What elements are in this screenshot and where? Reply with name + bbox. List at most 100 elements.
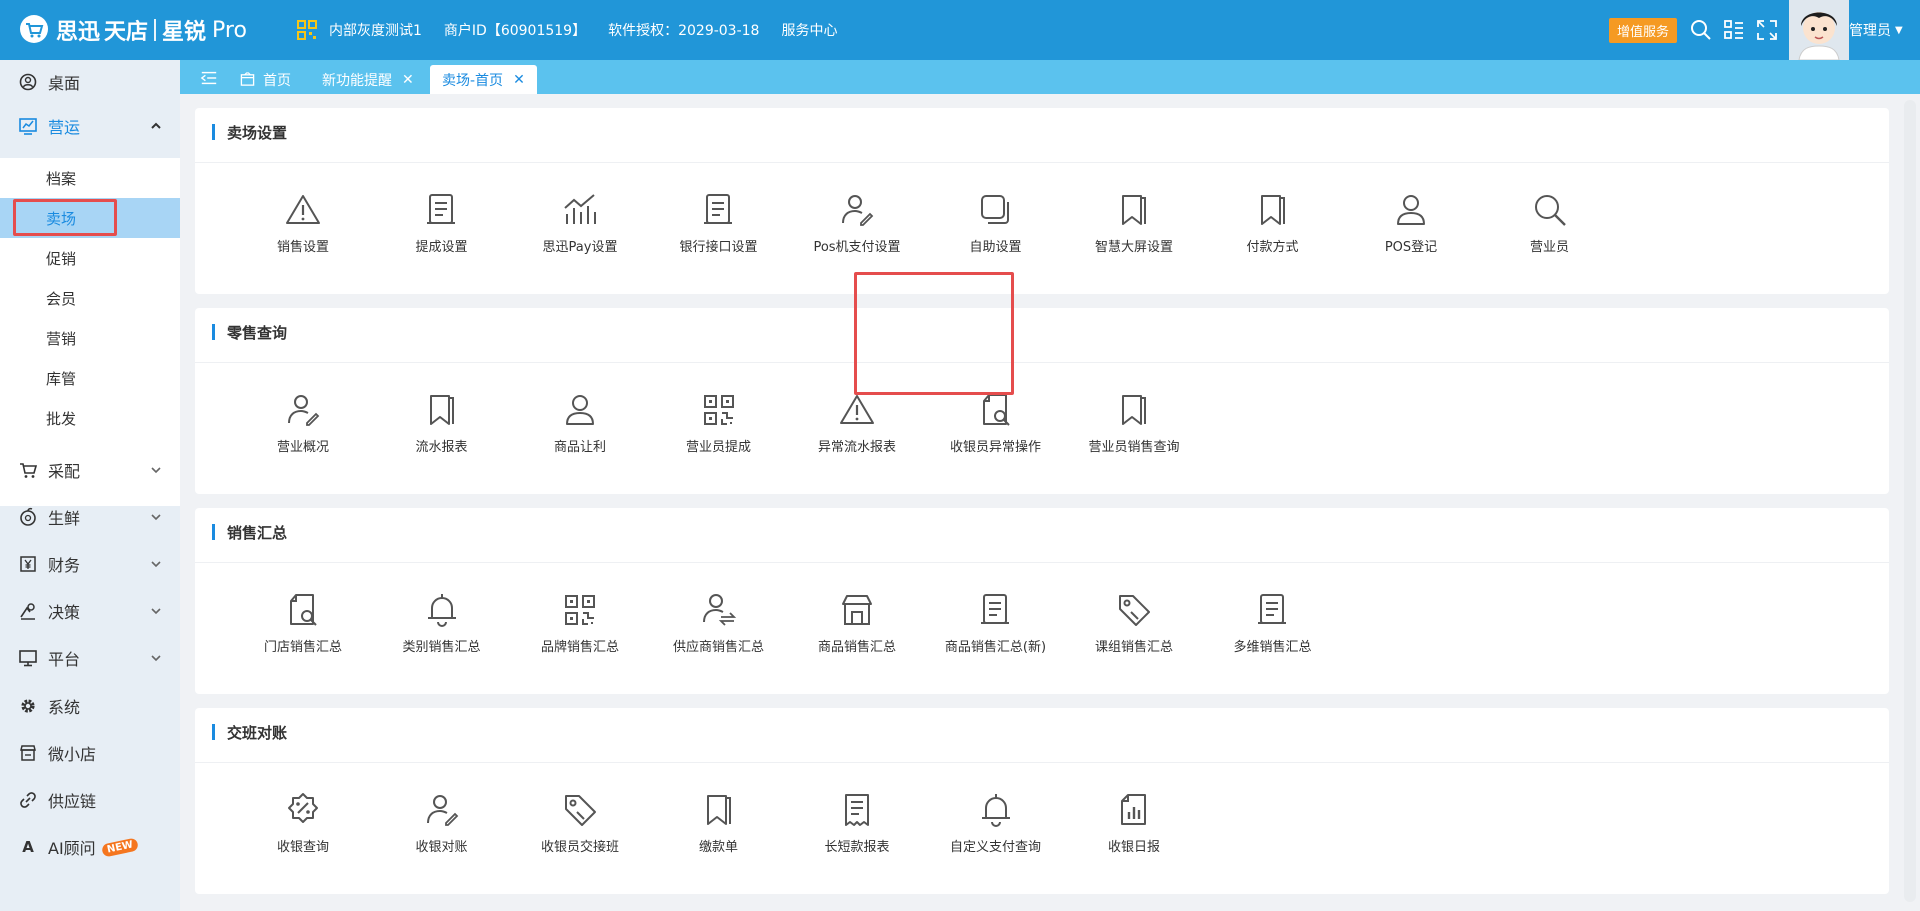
sidebar-item-platform[interactable]: 平台 — [0, 636, 180, 680]
function-tile[interactable]: 营业员销售查询 — [1065, 390, 1203, 470]
tile-label: 收银员交接班 — [540, 840, 619, 855]
link-icon — [20, 792, 36, 808]
avatar[interactable] — [1789, 0, 1849, 60]
function-tile[interactable]: 收银员交接班 — [511, 790, 649, 870]
sidebar-item-decision[interactable]: 决策 — [0, 589, 180, 633]
function-tile[interactable]: 商品让利 — [511, 390, 649, 470]
section-divider — [195, 362, 1889, 363]
function-tile[interactable]: 长短款报表 — [788, 790, 926, 870]
sidebar-item-supply-chain[interactable]: 供应链 — [0, 778, 180, 822]
scrollbar[interactable] — [1904, 100, 1916, 902]
submenu-item-inventory[interactable]: 库管 — [0, 358, 180, 398]
user-icon — [560, 390, 600, 430]
submenu-item-archive[interactable]: 档案 — [0, 158, 180, 198]
function-tile[interactable]: Pos机支付设置 — [788, 190, 926, 270]
close-icon[interactable]: ✕ — [513, 72, 525, 88]
sidebar-item-label: 采配 — [48, 462, 81, 481]
tile-label: 营业员销售查询 — [1088, 440, 1180, 455]
tile-label: 多维销售汇总 — [1233, 640, 1312, 655]
function-tile[interactable]: 付款方式 — [1204, 190, 1342, 270]
function-tile[interactable]: 商品销售汇总 — [788, 590, 926, 670]
sidebar-item-fresh[interactable]: 生鲜 — [0, 495, 180, 539]
tab-label: 卖场-首页 — [442, 72, 504, 89]
platform-icon — [19, 650, 37, 667]
bell-icon — [422, 590, 462, 630]
tile-label: 销售设置 — [276, 240, 329, 255]
sidebar-item-system[interactable]: 系统 — [0, 684, 180, 728]
tab-market-home[interactable]: 卖场-首页 ✕ — [430, 65, 537, 94]
function-tile[interactable]: 营业员提成 — [650, 390, 788, 470]
top-info: 内部灰度测试1 商户ID【60901519】 软件授权：2029-03-18 服… — [297, 20, 859, 40]
function-tile[interactable]: 营业员 — [1481, 190, 1619, 270]
chevron-up-icon — [151, 122, 161, 129]
tile-label: 收银日报 — [1107, 840, 1160, 855]
tile-label: 营业员提成 — [685, 440, 751, 455]
menu-layout-icon[interactable] — [1723, 19, 1745, 41]
sidebar-item-purchase[interactable]: 采配 — [0, 448, 180, 492]
function-tile[interactable]: POS登记 — [1342, 190, 1480, 270]
submenu-item-marketing[interactable]: 营销 — [0, 318, 180, 358]
logo-brand: 星锐 — [162, 20, 207, 45]
logo-divider — [154, 19, 157, 41]
fullscreen-icon[interactable] — [1756, 19, 1778, 41]
chevron-down-icon — [151, 514, 161, 521]
sidebar-item-ai-advisor[interactable]: A AI顾问 NEW — [0, 825, 180, 869]
vip-service-button[interactable]: 增值服务 — [1609, 18, 1678, 43]
section-title: 销售汇总 — [212, 522, 287, 542]
function-tile[interactable]: 异常流水报表 — [788, 390, 926, 470]
function-tile[interactable]: 类别销售汇总 — [373, 590, 511, 670]
function-tile[interactable]: 门店销售汇总 — [234, 590, 372, 670]
store-qr-icon[interactable] — [297, 20, 317, 40]
admin-menu[interactable]: 管理员 ▼ — [1849, 20, 1903, 40]
user-edit-icon — [837, 190, 877, 230]
function-tile[interactable]: 品牌销售汇总 — [511, 590, 649, 670]
service-center-link[interactable]: 服务中心 — [781, 20, 837, 40]
tab-home[interactable]: 首页 — [240, 65, 291, 94]
function-tile[interactable]: 流水报表 — [373, 390, 511, 470]
section-retail-query: 零售查询 营业概况 流水报表 商品让利 营业员提成 异常流水报表 收银员异常操作 营业员销售查… — [195, 308, 1889, 494]
submenu-item-member[interactable]: 会员 — [0, 278, 180, 318]
function-tile[interactable]: 收银查询 — [234, 790, 372, 870]
chevron-down-icon — [151, 655, 161, 662]
tile-label: 缴款单 — [698, 840, 738, 855]
app-logo[interactable]: 思迅 天店 星锐 Pro — [18, 14, 247, 46]
submenu-label: 批发 — [46, 409, 77, 428]
submenu-label: 促销 — [46, 249, 77, 268]
function-tile[interactable]: 思迅Pay设置 — [511, 190, 649, 270]
function-tile[interactable]: 提成设置 — [373, 190, 511, 270]
sidebar-item-finance[interactable]: 财务 — [0, 542, 180, 586]
sidebar-item-operation[interactable]: 营运 — [0, 104, 180, 148]
function-tile[interactable]: 多维销售汇总 — [1204, 590, 1342, 670]
function-tile[interactable]: 收银对账 — [373, 790, 511, 870]
function-tile[interactable]: 销售设置 — [234, 190, 372, 270]
tile-label: 门店销售汇总 — [263, 640, 342, 655]
tag-icon — [1114, 590, 1154, 630]
function-tile[interactable]: 商品销售汇总(新) — [927, 590, 1065, 670]
function-tile[interactable]: 课组销售汇总 — [1065, 590, 1203, 670]
submenu-item-promotion[interactable]: 促销 — [0, 238, 180, 278]
fresh-icon — [20, 507, 36, 526]
close-icon[interactable]: ✕ — [402, 72, 414, 88]
function-tile[interactable]: 营业概况 — [234, 390, 372, 470]
sidebar-item-desktop[interactable]: 桌面 — [0, 60, 180, 104]
gear-icon — [21, 699, 35, 713]
search-icon[interactable] — [1690, 19, 1712, 41]
sidebar-item-label: 系统 — [48, 698, 81, 717]
tab-new-features[interactable]: 新功能提醒 ✕ — [322, 65, 414, 94]
tile-label: 供应商销售汇总 — [672, 640, 764, 655]
tile-label: 长短款报表 — [824, 840, 890, 855]
function-tile[interactable]: 收银日报 — [1065, 790, 1203, 870]
function-tile[interactable]: 智慧大屏设置 — [1065, 190, 1203, 270]
function-tile[interactable]: 自助设置 — [927, 190, 1065, 270]
collapse-menu-icon[interactable] — [200, 69, 218, 87]
function-tile[interactable]: 自定义支付查询 — [927, 790, 1065, 870]
function-tile[interactable]: 供应商销售汇总 — [650, 590, 788, 670]
warning-icon — [283, 190, 323, 230]
ai-icon: A — [22, 838, 34, 856]
function-tile[interactable]: 银行接口设置 — [650, 190, 788, 270]
function-tile[interactable]: 缴款单 — [650, 790, 788, 870]
function-tile[interactable]: 收银员异常操作 — [927, 390, 1065, 470]
sidebar-item-microshop[interactable]: 微小店 — [0, 731, 180, 775]
submenu-item-wholesale[interactable]: 批发 — [0, 398, 180, 438]
section-shift-reconciliation: 交班对账 收银查询 收银对账 收银员交接班 缴款单 长短款报表 自定义支付查询 收银日报 — [195, 708, 1889, 894]
